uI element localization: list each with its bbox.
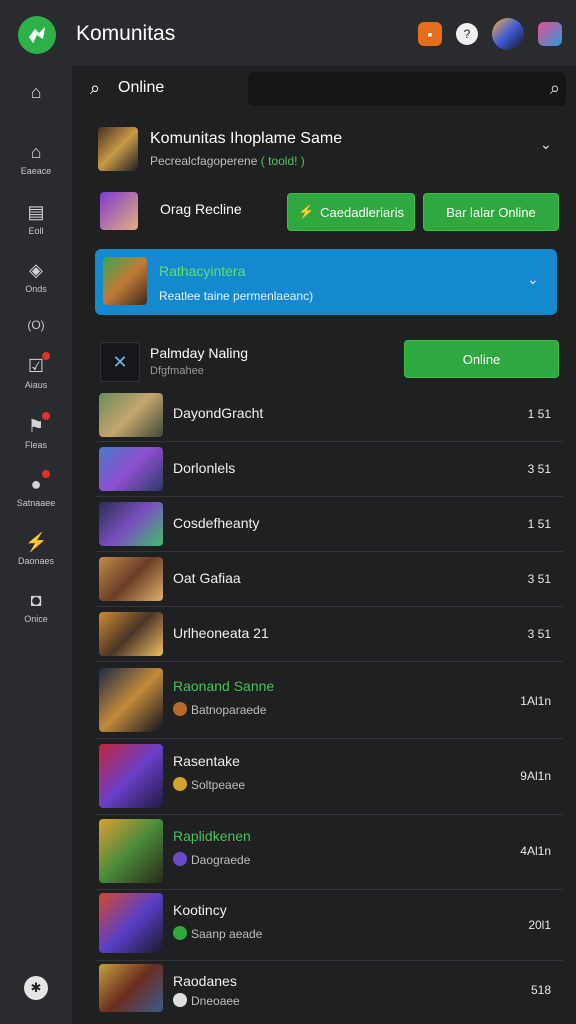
notification-badge [42,352,50,360]
apps-icon[interactable] [538,22,562,46]
search-icon[interactable]: ⌕ [550,78,560,99]
header-game-subtitle: Pecrealcfagoperene ( toold! ) [150,154,305,168]
sidebar-item-bolt[interactable]: ⚡ Daonaes [0,532,72,566]
sidebar-item-house[interactable]: ⌂ Eaeace [0,142,72,176]
list-item[interactable]: Cosdefheanty 1 51 [95,497,563,552]
list-item[interactable]: Urlheoneata 21 3 51 [95,607,563,662]
game-thumbnail [99,964,163,1012]
shield-icon: ◘ [30,590,42,610]
section-subtitle: Dfgfmahee [150,365,204,377]
notification-badge [42,470,50,478]
section-icon: ✕ [100,342,140,382]
help-icon[interactable]: ? [456,23,478,45]
status-icon [173,852,187,866]
featured-title: Rathacyintera [159,263,246,279]
game-thumbnail [99,612,163,656]
game-thumbnail [99,893,163,953]
online-button[interactable]: Online [404,340,559,378]
avatar[interactable] [492,18,524,50]
featured-card[interactable]: Rathacyintera Reatlee taine permenlaeanc… [95,249,557,315]
game-thumbnail [99,744,163,808]
list-item[interactable]: Dorlonlels 3 51 [95,442,563,497]
sidebar-item-check[interactable]: ☑ Aiaus [0,352,72,390]
list-item[interactable]: Kootincy Saanp aeade 20l1 [95,890,563,961]
sidebar-item-doc[interactable]: ▤ Eoll [0,202,72,236]
search-row: ⌕ Online ⌕ [88,72,568,106]
settings-icon: ✱ [24,976,48,1000]
play-icon: ⚡ [297,204,315,219]
status-icon [173,926,187,940]
logo-icon [29,27,45,43]
list-item[interactable]: Oat Gafiaa 3 51 [95,552,563,607]
game-thumbnail [98,127,138,171]
list-item[interactable]: Raonand Sanne Batnoparaede 1Al1n [95,662,563,739]
list-item[interactable]: Raplidkenen Daograede 4Al1n [95,815,563,890]
sidebar-item-record[interactable]: ● Satnaaee [0,470,72,508]
notification-badge [42,412,50,420]
game-thumbnail [99,668,163,732]
featured-subtitle: Reatlee taine permenlaeanc) [159,289,314,303]
sidebar-item-shield[interactable]: ◘ Onice [0,590,72,624]
sidebar-item-flag[interactable]: ⚑ Fleas [0,412,72,450]
list-item[interactable]: DayondGracht 1 51 [95,389,563,442]
chevron-down-icon[interactable]: ⌄ [527,271,539,288]
top-icons: ▪ ? [418,18,562,50]
sidebar-item-bottom[interactable]: ✱ [0,976,72,1000]
header-game-title: Komunitas Ihoplame Same [150,130,343,147]
list-item[interactable]: Rasentake Soltpeaee 9Al1n [95,739,563,815]
search-icon: ⌕ [90,78,101,98]
status-icon [173,702,187,716]
doc-icon: ▤ [27,202,45,222]
section-title: Palmday Naling [150,345,249,361]
store-icon[interactable]: ▪ [418,22,442,46]
gamepad-icon: ◈ [29,260,43,280]
game-thumbnail [99,447,163,491]
sidebar-item-home[interactable]: ⌂ [0,82,72,106]
game-thumbnail [103,257,147,305]
chevron-down-icon[interactable]: ⌄ [540,136,552,153]
bolt-icon: ⚡ [25,532,48,552]
app-logo[interactable] [18,16,56,54]
app-title: Komunitas [76,22,176,45]
game-thumbnail [99,502,163,546]
top-bar: Komunitas ▪ ? [0,0,576,66]
online-row-label: Orag Recline [160,201,242,217]
game-thumbnail [99,557,163,601]
sidebar-item-gamepad[interactable]: ◈ Onds [0,260,72,294]
sidebar: ⌂ ⌂ Eaeace ▤ Eoll ◈ Onds (O) ☑ Aiaus ⚑ F… [0,66,72,1024]
online-button[interactable]: Bar lalar Online [423,193,559,231]
list-item[interactable]: Raodanes Dneoaee 518 [95,961,563,1019]
avatar [100,192,138,230]
home-icon: ⌂ [30,82,42,102]
search-label: Online [118,79,165,96]
house-icon: ⌂ [30,142,42,162]
sidebar-item-circle[interactable]: (O) [0,314,72,332]
search-input[interactable] [248,72,566,106]
status-icon [173,993,187,1007]
game-thumbnail [99,819,163,883]
status-icon [173,777,187,791]
primary-action-button[interactable]: ⚡ Caedadleriaris [287,193,415,231]
game-thumbnail [99,393,163,437]
